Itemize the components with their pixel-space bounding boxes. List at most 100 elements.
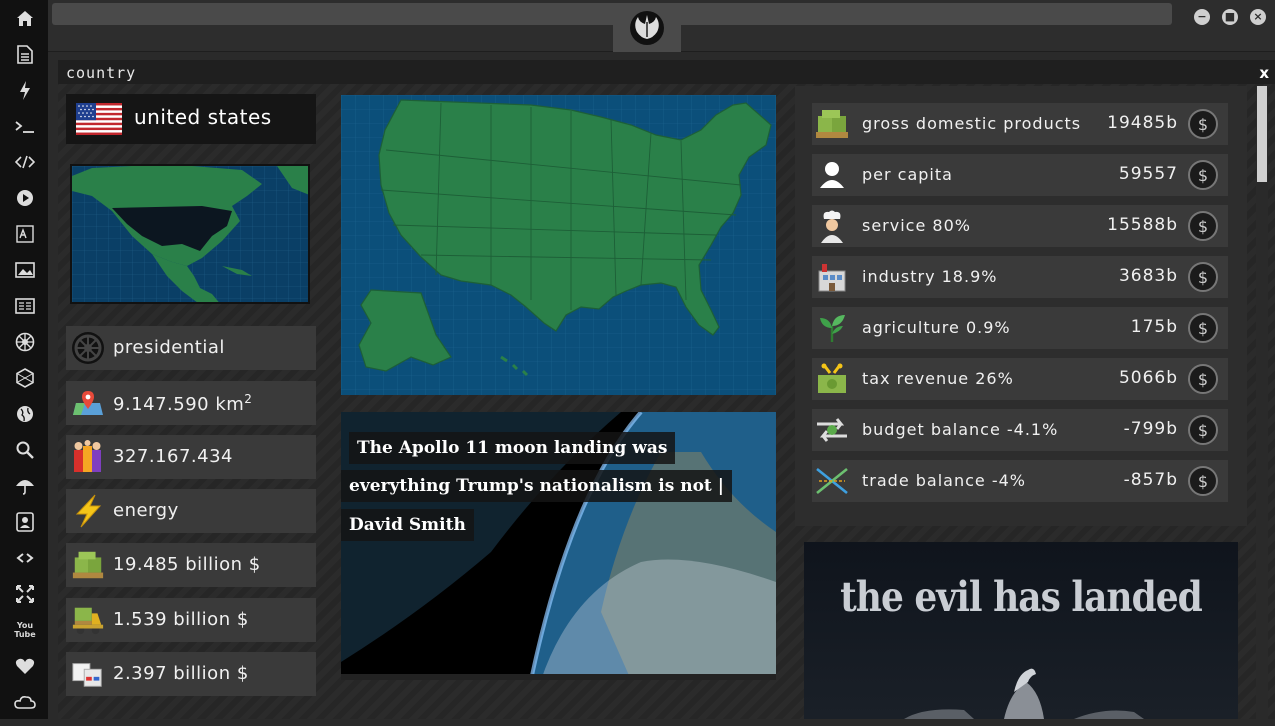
sprout-icon [814,311,850,345]
gdp-row[interactable]: 19.485 billion $ [66,543,316,587]
news-icon[interactable] [13,294,37,318]
home-icon[interactable] [13,6,37,30]
window-header: country x [58,60,1275,84]
person-icon [814,158,850,192]
stat-row[interactable]: trade balance -4% -857b $ [812,460,1228,502]
stat-row[interactable]: tax revenue 26% 5066b $ [812,358,1228,400]
stat-value: 59557 [1118,164,1178,184]
hexagon-icon[interactable] [13,366,37,390]
dollar-coin-icon[interactable]: $ [1188,160,1218,190]
government-type: presidential [113,337,225,358]
headline-line-2: everything Trump's nationalism is not | [341,470,732,502]
money-pallet-icon [814,107,850,141]
stat-value: 15588b [1107,215,1178,235]
poster-image[interactable]: the evil has landed [804,542,1238,719]
factory-icon [814,260,850,294]
stat-label: gross domestic products [862,114,1082,133]
document-icon[interactable] [13,42,37,66]
stat-value: 5066b [1118,368,1178,388]
code-icon[interactable] [13,150,37,174]
cloud-icon[interactable] [13,690,37,714]
us-flag-icon [76,103,122,135]
stat-row[interactable]: agriculture 0.9% 175b $ [812,307,1228,349]
country-header: united states [66,94,316,144]
news-panel[interactable]: The Apollo 11 moon landing was everythin… [341,412,776,680]
play-icon[interactable] [13,186,37,210]
heart-icon[interactable] [13,654,37,678]
rebel-alliance-icon [630,11,664,45]
scrollbar-thumb[interactable] [1257,86,1267,182]
population-row[interactable]: 327.167.434 [66,435,316,479]
window-title: country [66,64,137,82]
stat-value: 19485b [1107,113,1178,133]
translate-icon[interactable] [13,222,37,246]
chef-icon [814,209,850,243]
title-strip[interactable] [52,3,1172,25]
umbrella-icon[interactable] [13,474,37,498]
stat-label: tax revenue 26% [862,369,1014,388]
headline-line-1: The Apollo 11 moon landing was [349,432,676,464]
rebel-logo-tab[interactable] [613,8,681,52]
map-pin-icon [71,387,105,419]
stat-value: 175b [1130,317,1178,337]
empire-icon[interactable] [13,330,37,354]
country-map[interactable] [341,95,776,395]
trade-icon [814,464,850,498]
shipping-boxes-icon [71,658,105,690]
resource-row[interactable]: energy [66,489,316,533]
economy-stats-panel: gross domestic products 19485b $ per capita… [795,86,1247,526]
left-sidebar: You Tube [0,0,48,719]
lightning-icon[interactable] [13,78,37,102]
dollar-coin-icon[interactable]: $ [1188,364,1218,394]
budget-arrows-icon [814,413,850,447]
stat-label: budget balance -4.1% [862,420,1059,439]
minimize-button[interactable]: − [1194,9,1210,25]
dollar-coin-icon[interactable]: $ [1188,313,1218,343]
image-icon[interactable] [13,258,37,282]
close-window-button[interactable]: x [1259,64,1269,82]
link-icon[interactable] [13,546,37,570]
forklift-money-icon [71,604,105,636]
export-value: 2.397 billion $ [113,663,249,684]
top-bar: − ■ × [48,0,1275,52]
import-value: 1.539 billion $ [113,609,249,630]
stat-row[interactable]: per capita 59557 $ [812,154,1228,196]
bird-silhouette-icon [904,668,1144,719]
import-row[interactable]: 1.539 billion $ [66,598,316,642]
population-value: 327.167.434 [113,446,234,467]
globe-icon[interactable] [13,402,37,426]
search-icon[interactable] [13,438,37,462]
stat-label: industry 18.9% [862,267,998,286]
government-row[interactable]: presidential [66,326,316,370]
headline-author: David Smith [341,509,474,541]
stat-label: service 80% [862,216,971,235]
stat-row[interactable]: service 80% 15588b $ [812,205,1228,247]
stat-row[interactable]: gross domestic products 19485b $ [812,103,1228,145]
expand-icon[interactable] [13,582,37,606]
stat-label: agriculture 0.9% [862,318,1011,337]
area-value: 9.147.590 km2 [113,392,253,415]
stat-row[interactable]: industry 18.9% 3683b $ [812,256,1228,298]
stat-value: 3683b [1118,266,1178,286]
maximize-button[interactable]: ■ [1222,9,1238,25]
world-minimap[interactable] [70,164,310,304]
dollar-coin-icon[interactable]: $ [1188,415,1218,445]
stat-label: trade balance -4% [862,471,1026,490]
tax-icon [814,362,850,396]
youtube-icon[interactable]: You Tube [13,618,37,642]
export-row[interactable]: 2.397 billion $ [66,652,316,696]
dollar-coin-icon[interactable]: $ [1188,109,1218,139]
stat-value: -857b [1123,470,1178,490]
area-row[interactable]: 9.147.590 km2 [66,381,316,425]
dollar-coin-icon[interactable]: $ [1188,466,1218,496]
scrollbar[interactable] [1256,86,1268,726]
population-icon [71,440,105,473]
stat-label: per capita [862,165,953,184]
dollar-coin-icon[interactable]: $ [1188,211,1218,241]
terminal-icon[interactable] [13,115,37,139]
country-window: country x united states presidential 9.1… [58,60,1275,726]
close-app-button[interactable]: × [1250,9,1266,25]
dollar-coin-icon[interactable]: $ [1188,262,1218,292]
contact-icon[interactable] [13,510,37,534]
stat-row[interactable]: budget balance -4.1% -799b $ [812,409,1228,451]
